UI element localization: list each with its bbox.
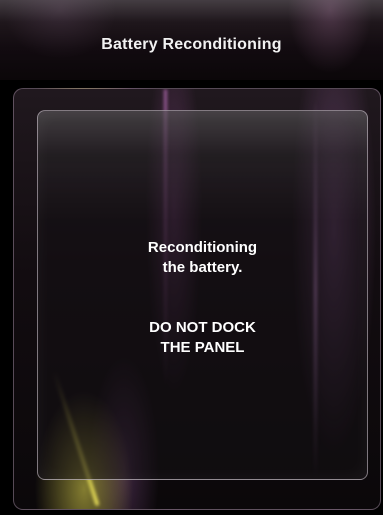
header-bar: Battery Reconditioning: [0, 0, 383, 80]
warning-message-line-2: THE PANEL: [160, 339, 245, 356]
status-message-line-2: the battery.: [162, 259, 243, 276]
battery-reconditioning-screen: Battery Reconditioning Reconditioning th…: [0, 0, 383, 515]
page-title: Battery Reconditioning: [101, 36, 282, 53]
status-message-line-1: Reconditioning: [147, 239, 258, 256]
warning-message-line-1: DO NOT DOCK: [149, 319, 256, 336]
message-panel: [37, 110, 368, 480]
header-gloss: [0, 0, 383, 22]
